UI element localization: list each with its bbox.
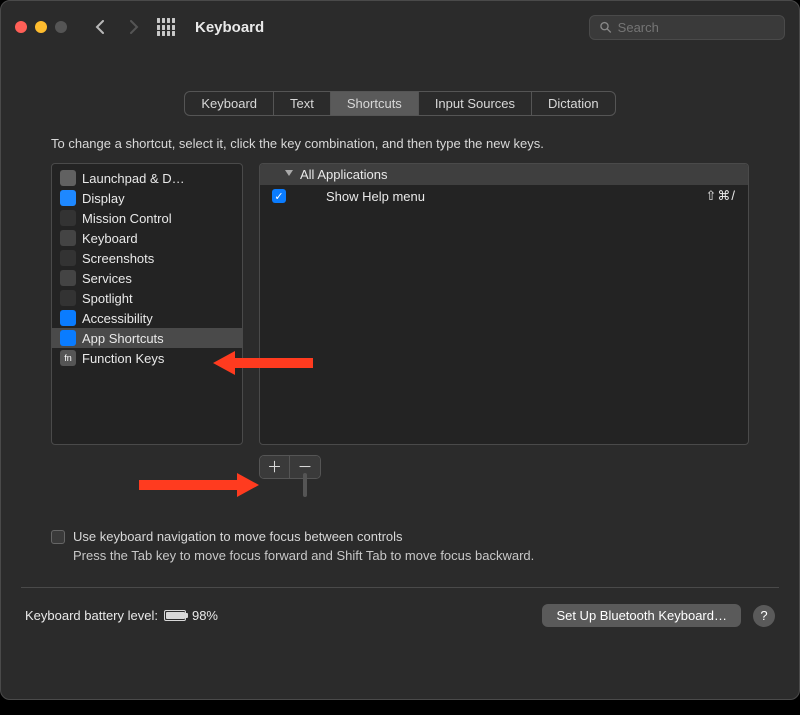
category-item[interactable]: fn Function Keys [52, 348, 242, 368]
shortcut-label: Show Help menu [326, 189, 695, 204]
category-item[interactable]: App Shortcuts [52, 328, 242, 348]
shortcut-keys[interactable]: ⇧⌘/ [705, 188, 736, 204]
annotation-arrow-2 [139, 473, 259, 497]
category-item[interactable]: Services [52, 268, 242, 288]
category-item[interactable]: Accessibility [52, 308, 242, 328]
category-item[interactable]: Keyboard [52, 228, 242, 248]
category-label: Function Keys [82, 351, 164, 366]
tab-dictation[interactable]: Dictation [532, 92, 615, 115]
zoom-window-button[interactable] [55, 21, 67, 33]
category-item[interactable]: Launchpad & D… [52, 168, 242, 188]
search-input[interactable] [618, 20, 774, 35]
category-icon [60, 310, 76, 326]
forward-button [121, 14, 147, 40]
category-list[interactable]: Launchpad & D… Display Mission Control Keyb… [51, 163, 243, 445]
shortcuts-panel[interactable]: All Applications ✓ Show Help menu ⇧⌘/ [259, 163, 749, 445]
category-icon [60, 170, 76, 186]
minimize-window-button[interactable] [35, 21, 47, 33]
preferences-window: Keyboard KeyboardTextShortcutsInput Sour… [0, 0, 800, 700]
traffic-lights [15, 21, 67, 33]
category-label: Display [82, 191, 125, 206]
resize-handle[interactable] [303, 473, 307, 497]
category-item[interactable]: Display [52, 188, 242, 208]
battery-percent: 98% [192, 608, 218, 623]
tab-text[interactable]: Text [274, 92, 331, 115]
search-icon [600, 21, 612, 34]
category-item[interactable]: Mission Control [52, 208, 242, 228]
category-icon: fn [60, 350, 76, 366]
category-item[interactable]: Screenshots [52, 248, 242, 268]
category-label: Spotlight [82, 291, 133, 306]
keyboard-nav-checkbox[interactable] [51, 530, 65, 544]
disclosure-triangle-icon[interactable] [285, 170, 293, 176]
category-label: Mission Control [82, 211, 172, 226]
window-title: Keyboard [195, 19, 264, 36]
category-label: Screenshots [82, 251, 154, 266]
category-label: Services [82, 271, 132, 286]
category-icon [60, 330, 76, 346]
tab-bar: KeyboardTextShortcutsInput SourcesDictat… [1, 91, 799, 116]
tab-input-sources[interactable]: Input Sources [419, 92, 532, 115]
shortcut-checkbox[interactable]: ✓ [272, 189, 286, 203]
category-icon [60, 230, 76, 246]
category-label: App Shortcuts [82, 331, 164, 346]
category-icon [60, 190, 76, 206]
keyboard-nav-label: Use keyboard navigation to move focus be… [73, 529, 403, 544]
bluetooth-setup-button[interactable]: Set Up Bluetooth Keyboard… [542, 604, 741, 627]
battery-status: Keyboard battery level: 98% [25, 608, 218, 623]
keyboard-nav-row: Use keyboard navigation to move focus be… [51, 529, 749, 544]
panels: Launchpad & D… Display Mission Control Keyb… [51, 163, 749, 445]
footer: Keyboard battery level: 98% Set Up Bluet… [1, 588, 799, 643]
close-window-button[interactable] [15, 21, 27, 33]
category-icon [60, 270, 76, 286]
tab-keyboard[interactable]: Keyboard [185, 92, 274, 115]
battery-label: Keyboard battery level: [25, 608, 158, 623]
category-label: Keyboard [82, 231, 138, 246]
group-header[interactable]: All Applications [260, 164, 748, 185]
add-button[interactable]: ＋ [260, 456, 290, 478]
category-icon [60, 250, 76, 266]
category-icon [60, 210, 76, 226]
titlebar: Keyboard [1, 1, 799, 53]
show-all-icon[interactable] [157, 18, 175, 36]
instruction-text: To change a shortcut, select it, click t… [51, 136, 749, 151]
add-remove-buttons: ＋ － [259, 455, 321, 479]
category-label: Accessibility [82, 311, 153, 326]
back-button[interactable] [87, 14, 113, 40]
category-icon [60, 290, 76, 306]
group-header-label: All Applications [300, 167, 387, 182]
search-field[interactable] [589, 15, 785, 40]
category-label: Launchpad & D… [82, 171, 185, 186]
help-button[interactable]: ? [753, 605, 775, 627]
shortcut-row[interactable]: ✓ Show Help menu ⇧⌘/ [260, 185, 748, 207]
keyboard-nav-help: Press the Tab key to move focus forward … [73, 548, 749, 563]
category-item[interactable]: Spotlight [52, 288, 242, 308]
tab-shortcuts[interactable]: Shortcuts [331, 92, 419, 115]
battery-icon [164, 610, 186, 621]
